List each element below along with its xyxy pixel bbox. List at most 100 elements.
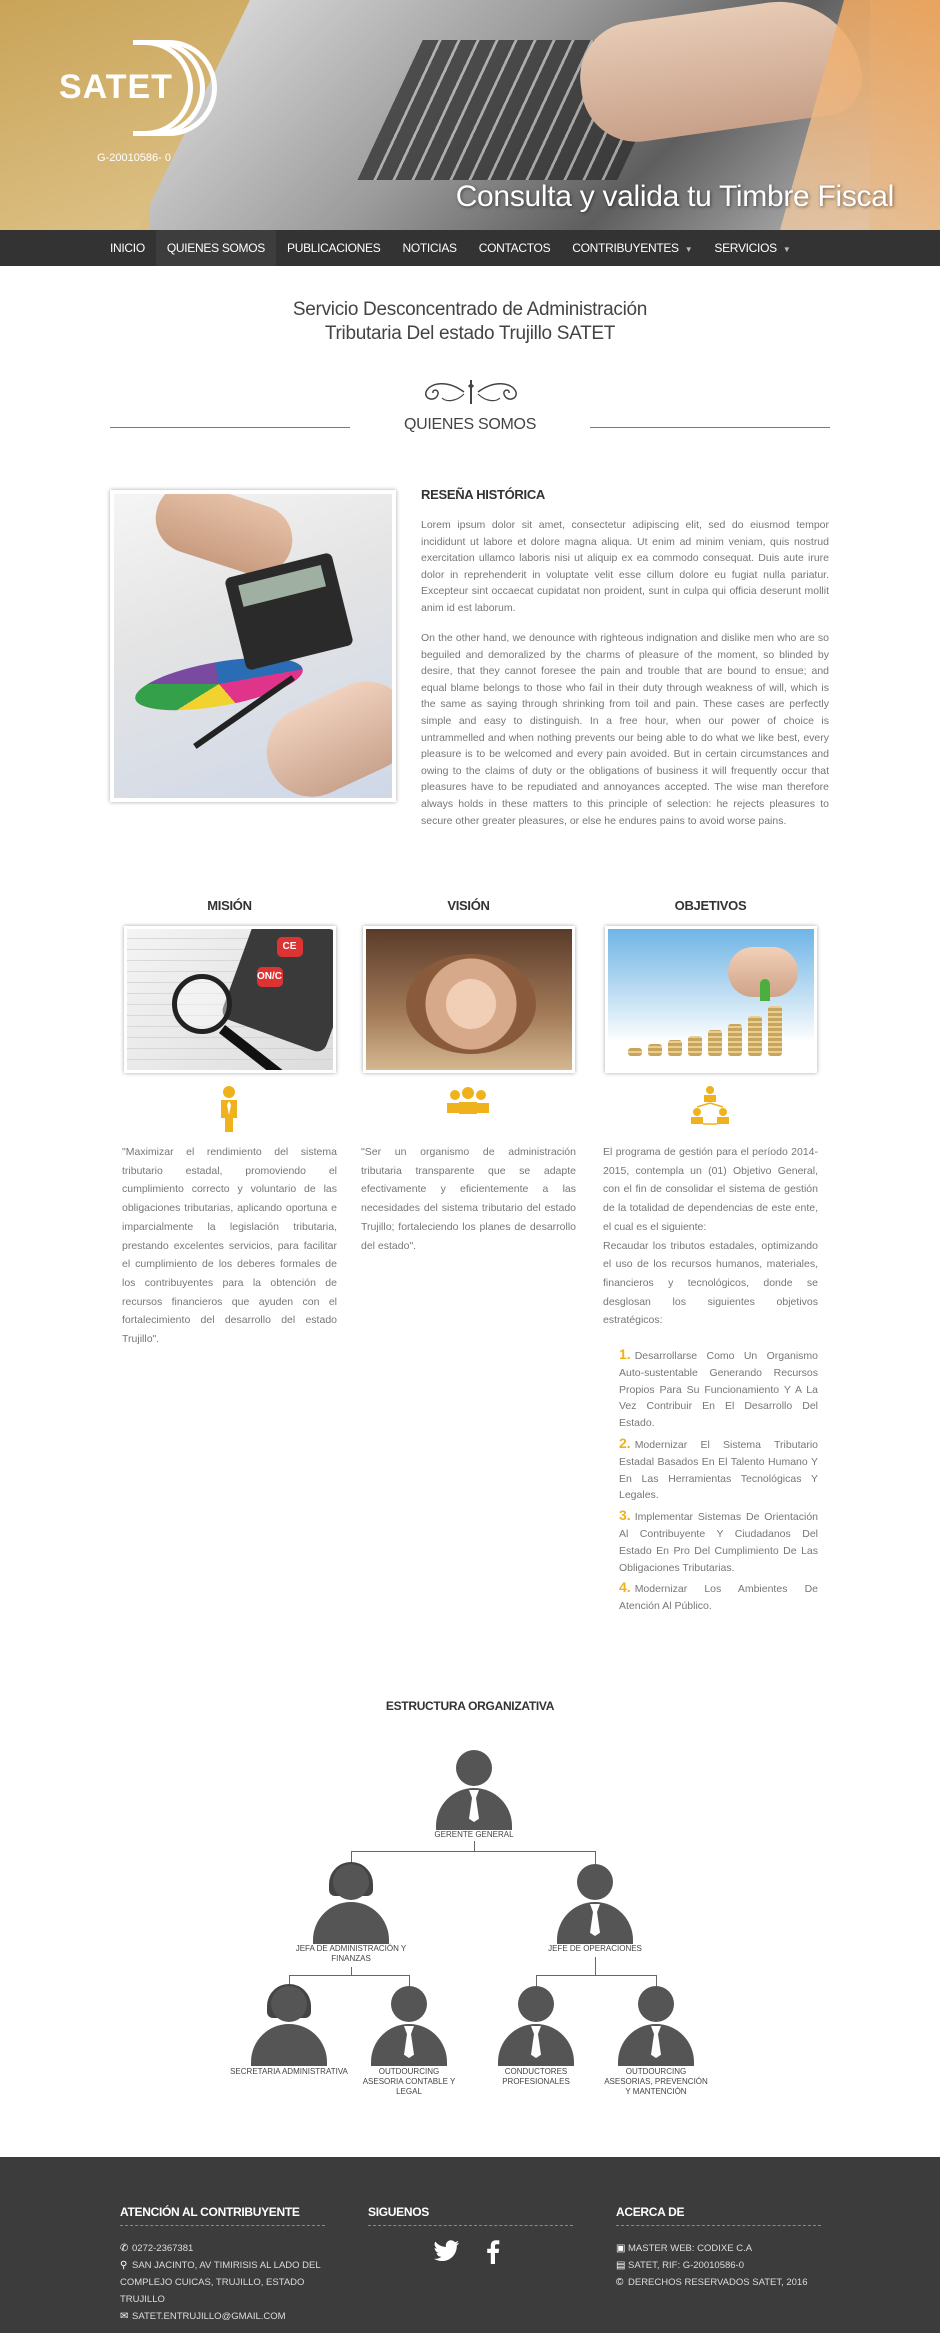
nav-item-inicio[interactable]: INICIO [99, 230, 156, 266]
resena-paragraph-2: On the other hand, we denounce with righ… [421, 632, 829, 827]
ornament-divider-icon [425, 380, 517, 404]
section-heading-text: QUIENES SOMOS [403, 416, 537, 433]
org-connector [595, 1851, 596, 1865]
team-icon [361, 1083, 576, 1143]
list-text: Modernizar El Sistema Tributario Estadal… [619, 1439, 818, 1502]
briefcase-icon: ▣ [616, 2243, 626, 2254]
network-icon [603, 1083, 818, 1143]
coin-stack [767, 1006, 782, 1056]
objetivos-list: 1. Desarrollarse Como Un Organismo Auto-s… [603, 1346, 818, 1615]
map-pin-icon: ⚲ [120, 2260, 128, 2271]
outsourcing-prevencion-avatar-icon [616, 1986, 696, 2066]
nav-item-publicaciones[interactable]: PUBLICACIONES [276, 230, 391, 266]
nav-label: QUIENES SOMOS [166, 241, 265, 255]
email-line[interactable]: ✉ SATET.ENTRUJILLO@GMAIL.COM [120, 2308, 325, 2325]
outsourcing-contable-avatar-icon [369, 1986, 449, 2066]
section-heading-quienes-somos: QUIENES SOMOS [110, 416, 830, 440]
page-title: Servicio Desconcentrado de Administració… [0, 298, 940, 346]
resena-photo [110, 490, 396, 802]
nav-item-noticias[interactable]: NOTICIAS [391, 230, 467, 266]
org-chart-title: ESTRUCTURA ORGANIZATIVA [385, 1699, 555, 1713]
copyright-icon: © [616, 2277, 624, 2288]
hero-banner: SATET G-20010586- 0 Consulta y valida tu… [0, 0, 940, 230]
org-label-outsourcing-prevencion: OUTDOURCING ASESORIAS, PREVENCIÓN Y MANT… [604, 2067, 708, 2096]
nav-label: CONTACTOS [478, 241, 551, 255]
nav-item-servicios[interactable]: SERVICIOS ▼ [703, 230, 801, 266]
address-line: ⚲ SAN JACINTO, AV TIMIRISIS AL LADO DEL [120, 2257, 325, 2274]
vision-column: VISIÓN "Ser un organismo de administraci… [361, 898, 576, 1255]
list-text: Modernizar Los Ambientes De Atención Al … [619, 1583, 818, 1613]
satet-logo[interactable]: SATET G-20010586- 0 [55, 40, 225, 164]
org-connector [351, 1851, 595, 1852]
calculator-button: ON/C [256, 967, 283, 987]
phone-text: 0272-2367381 [132, 2243, 194, 2254]
nav-label: NOTICIAS [402, 241, 457, 255]
list-item: 2. Modernizar El Sistema Tributario Estad… [619, 1435, 818, 1504]
chevron-down-icon: ▼ [782, 245, 791, 254]
org-label-gerente: GERENTE GENERAL [434, 1830, 514, 1839]
org-connector [351, 1967, 352, 1975]
rif-line: ▤ SATET, RIF: G-20010586-0 [616, 2257, 821, 2274]
team-hands-image [405, 954, 536, 1054]
main-nav: INICIO QUIENES SOMOS PUBLICACIONES NOTIC… [0, 230, 940, 266]
nav-label: CONTRIBUYENTES [572, 241, 679, 255]
org-connector [536, 1975, 656, 1976]
list-number: 2. [619, 1435, 631, 1452]
list-text: Implementar Sistemas De Orientación Al C… [619, 1511, 818, 1574]
address-line-2: COMPLEJO CUICAS, TRUJILLO, ESTADO TRUJIL… [120, 2277, 305, 2305]
nav-label: INICIO [110, 241, 145, 255]
objetivos-column: OBJETIVOS El programa de gestión para el… [603, 898, 818, 1618]
twitter-icon[interactable] [434, 2240, 460, 2262]
nav-label: SERVICIOS [714, 241, 777, 255]
list-number: 4. [619, 1579, 631, 1596]
mision-text: "Maximizar el rendimiento del sistema tr… [122, 1146, 337, 1346]
conductores-avatar-icon [496, 1986, 576, 2066]
mision-title: MISIÓN [207, 898, 252, 913]
copyright-text: DERECHOS RESERVADOS SATET, 2016 [628, 2277, 808, 2288]
footer-heading: ATENCIÓN AL CONTRIBUYENTE [120, 2205, 325, 2226]
list-text: Desarrollarse Como Un Organismo Auto-sus… [619, 1350, 818, 1430]
page-title-line1: Servicio Desconcentrado de Administració… [292, 299, 648, 320]
coin-stack [647, 1044, 662, 1056]
org-connector [474, 1841, 475, 1851]
nav-label: PUBLICACIONES [287, 241, 381, 255]
list-item: 1. Desarrollarse Como Un Organismo Auto-s… [619, 1346, 818, 1432]
master-web-text: MASTER WEB: CODIXE C.A [628, 2243, 753, 2254]
coin-stack [707, 1030, 722, 1056]
coin-stack [667, 1040, 682, 1056]
org-connector [289, 1975, 409, 1976]
nav-item-contribuyentes[interactable]: CONTRIBUYENTES ▼ [561, 230, 703, 266]
chevron-down-icon: ▼ [684, 245, 693, 254]
email-text[interactable]: SATET.ENTRUJILLO@GMAIL.COM [132, 2311, 286, 2322]
hero-title: Consulta y valida tu Timbre Fiscal [455, 180, 895, 213]
logo-text: SATET [59, 68, 173, 106]
objetivos-text-1: El programa de gestión para el período 2… [603, 1146, 818, 1233]
nav-item-quienes-somos[interactable]: QUIENES SOMOS [155, 230, 276, 266]
secretaria-avatar-icon [249, 1984, 329, 2066]
objetivos-text-2: Recaudar los tributos estadales, optimiz… [603, 1239, 818, 1327]
footer-heading: ACERCA DE [616, 2205, 821, 2226]
footer-contact-column: ATENCIÓN AL CONTRIBUYENTE ✆ 0272-2367381 … [120, 2205, 325, 2325]
calculator-button: CE [276, 937, 303, 957]
coin-stack [747, 1016, 762, 1056]
logo-rif: G-20010586- 0 [97, 152, 171, 164]
sprout-image [759, 979, 770, 1001]
nav-item-contactos[interactable]: CONTACTOS [468, 230, 562, 266]
org-label-jefe-operaciones: JEFE DE OPERACIONES [548, 1944, 642, 1953]
copyright-line: © DERECHOS RESERVADOS SATET, 2016 [616, 2274, 821, 2291]
person-icon [122, 1083, 337, 1143]
jefe-operaciones-avatar-icon [555, 1864, 635, 1944]
mision-column: MISIÓN CE ON/C "Maximizar el rendimiento… [122, 898, 337, 1349]
phone-line: ✆ 0272-2367381 [120, 2240, 325, 2257]
vision-image [362, 926, 575, 1073]
rif-text: SATET, RIF: G-20010586-0 [628, 2260, 744, 2271]
org-label-secretaria: SECRETARIA ADMINISTRATIVA [230, 2067, 348, 2076]
gerente-general-avatar-icon [434, 1750, 514, 1830]
org-label-outsourcing-contable: OUTDOURCING ASESORIA CONTABLE Y LEGAL [362, 2067, 456, 2096]
document-icon: ▤ [616, 2260, 626, 2271]
org-label-conductores: CONDUCTORES PROFESIONALES [502, 2067, 570, 2086]
list-number: 3. [619, 1507, 631, 1524]
magnifier-image [171, 974, 232, 1034]
footer: ATENCIÓN AL CONTRIBUYENTE ✆ 0272-2367381 … [0, 2157, 940, 2333]
facebook-icon[interactable] [486, 2240, 500, 2264]
